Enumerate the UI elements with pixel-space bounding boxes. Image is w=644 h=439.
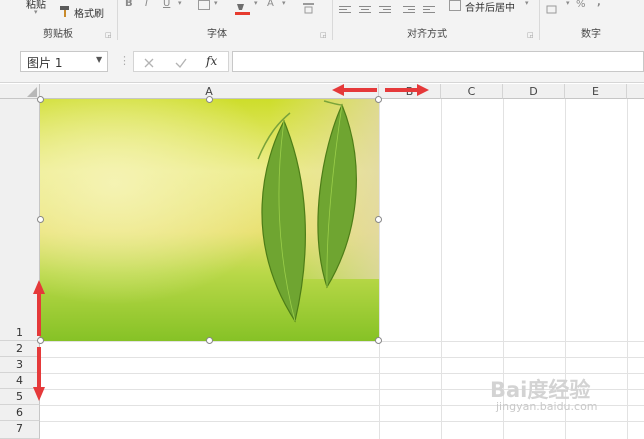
- select-all-corner[interactable]: [0, 84, 40, 99]
- font-launcher-icon[interactable]: ◲: [320, 31, 327, 39]
- inserted-picture[interactable]: [40, 99, 379, 341]
- number-format-dropdown-icon[interactable]: ▾: [566, 0, 570, 7]
- resize-handle-left[interactable]: [37, 216, 44, 223]
- alignment-launcher-icon[interactable]: ◲: [527, 31, 534, 39]
- merge-center-icon: [449, 0, 461, 11]
- format-painter-icon[interactable]: [57, 4, 73, 18]
- underline-button[interactable]: U: [163, 0, 170, 9]
- group-label-clipboard: 剪贴板: [43, 29, 73, 40]
- resize-handle-top-left[interactable]: [37, 96, 44, 103]
- row-header-7[interactable]: 7: [0, 421, 40, 439]
- clipboard-launcher-icon[interactable]: ◲: [105, 31, 112, 39]
- font-color-dropdown-icon[interactable]: ▾: [282, 0, 286, 7]
- borders-icon[interactable]: [198, 0, 210, 10]
- comma-style-icon[interactable]: ,: [597, 0, 601, 8]
- bold-button[interactable]: B: [125, 0, 133, 9]
- group-label-font: 字体: [207, 29, 227, 40]
- resize-handle-top-right[interactable]: [375, 96, 382, 103]
- ribbon-divider: [539, 0, 540, 40]
- formula-input[interactable]: [232, 51, 644, 72]
- ribbon-divider: [332, 0, 333, 40]
- borders-dropdown-icon[interactable]: ▾: [214, 0, 218, 7]
- merge-center-dropdown-icon[interactable]: ▾: [525, 0, 529, 7]
- underline-dropdown-icon[interactable]: ▾: [178, 0, 182, 7]
- resize-handle-top[interactable]: [206, 96, 213, 103]
- group-label-alignment: 对齐方式: [407, 29, 447, 40]
- name-box-dropdown-icon[interactable]: ▼: [96, 55, 102, 64]
- gridline-b: [379, 99, 380, 439]
- resize-handle-right[interactable]: [375, 216, 382, 223]
- insert-function-button[interactable]: fx: [206, 54, 217, 68]
- indent-buttons-icon[interactable]: [403, 0, 439, 13]
- arrow-down-annotation: [32, 345, 46, 403]
- format-painter-button[interactable]: 格式刷: [74, 5, 104, 20]
- resize-handle-bottom-left[interactable]: [37, 337, 44, 344]
- resize-handle-bottom[interactable]: [206, 337, 213, 344]
- ribbon-divider: [117, 0, 118, 40]
- paste-dropdown-icon[interactable]: ▾: [34, 8, 38, 16]
- fill-color-dropdown-icon[interactable]: ▾: [254, 0, 258, 7]
- more-options-icon: ⋮: [119, 54, 130, 67]
- font-color-button[interactable]: A: [267, 0, 274, 9]
- arrow-up-annotation: [32, 278, 46, 338]
- arrow-left-annotation: [330, 82, 380, 96]
- column-header-f[interactable]: [627, 84, 644, 99]
- watermark-url: jingyan.baidu.com: [496, 400, 598, 413]
- gridline-f: [627, 99, 628, 439]
- gridline-row-2: [40, 357, 644, 358]
- column-header-c[interactable]: C: [441, 84, 503, 99]
- gridline-row-6: [40, 421, 644, 422]
- merge-center-button[interactable]: 合并后居中: [465, 0, 515, 14]
- resize-handle-bottom-right[interactable]: [375, 337, 382, 344]
- arrow-right-annotation: [383, 82, 431, 96]
- group-label-number: 数字: [581, 29, 601, 40]
- fill-color-icon[interactable]: [234, 0, 252, 15]
- column-header-d[interactable]: D: [503, 84, 565, 99]
- number-format-icon[interactable]: [546, 0, 562, 14]
- gridline-c: [441, 99, 442, 439]
- enter-check-icon[interactable]: [174, 55, 188, 69]
- percent-button[interactable]: %: [576, 0, 586, 10]
- italic-button[interactable]: I: [145, 0, 148, 9]
- align-buttons-icon[interactable]: [339, 0, 395, 13]
- column-header-e[interactable]: E: [565, 84, 627, 99]
- cancel-icon[interactable]: [142, 55, 156, 69]
- gridline-row-1: [40, 341, 644, 342]
- name-box-value: 图片 1: [27, 56, 63, 70]
- row-header-6[interactable]: 6: [0, 405, 40, 421]
- phonetic-guide-icon[interactable]: [300, 0, 318, 14]
